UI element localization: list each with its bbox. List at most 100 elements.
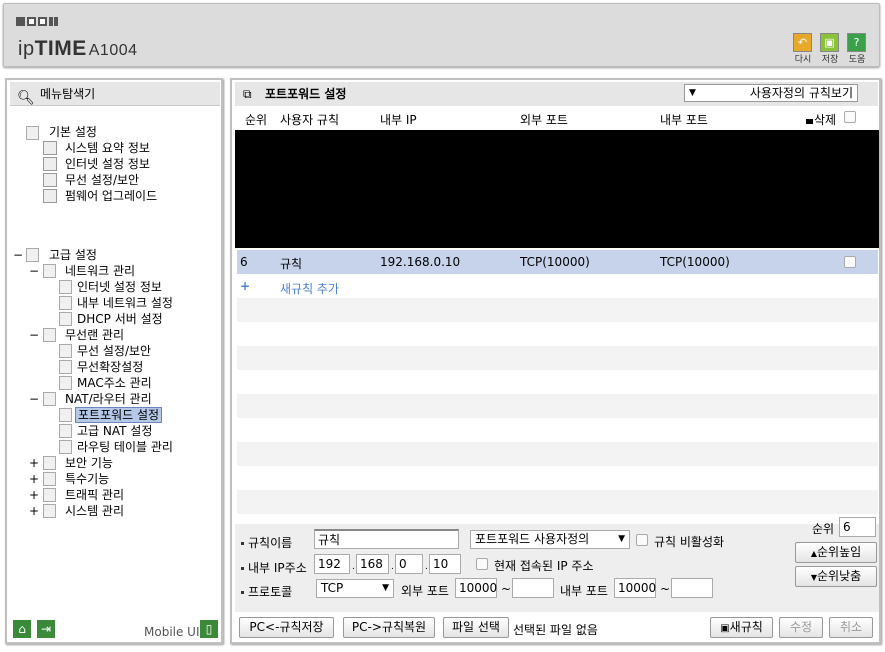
tree-item-firmware[interactable]: 펌웨어 업그레이드 <box>65 189 157 203</box>
ip-octet-1[interactable]: 192 <box>314 554 350 574</box>
undo-button[interactable]: ↶ 다시 <box>790 33 816 65</box>
disable-rule-label: 규칙 비활성화 <box>654 535 725 549</box>
top-header: ipTIME A1004 ↶ 다시 ▣ 저장 ? 도움 <box>3 3 880 67</box>
undo-icon: ↶ <box>793 33 812 52</box>
file-select-button[interactable]: 파일 선택 <box>443 617 509 638</box>
plus-icon: + <box>240 279 251 293</box>
tree-security[interactable]: 보안 기능 <box>65 456 113 470</box>
row-delete-checkbox[interactable] <box>844 256 856 268</box>
tree-item[interactable]: 라우팅 테이블 관리 <box>77 440 173 454</box>
tree-item[interactable]: 무선 설정/보안 <box>77 344 151 358</box>
page-icon <box>59 408 72 422</box>
table-row[interactable]: 6 규칙 192.168.0.10 TCP(10000) TCP(10000) <box>237 250 878 274</box>
ip-octet-3[interactable]: 0 <box>395 554 423 574</box>
page-icon <box>59 296 72 310</box>
col-external-port: 외부 포트 <box>520 113 568 127</box>
upgrade-icon <box>43 189 57 203</box>
page-icon <box>59 312 72 326</box>
portforward-panel: ⧉ 포트포워드 설정 ▼ 사용자정의 규칙보기 순위 사용자 규칙 내부 IP … <box>230 78 881 644</box>
tree-special[interactable]: 특수기능 <box>65 472 109 486</box>
tree-toggle-plus[interactable]: + <box>29 472 39 486</box>
select-all-checkbox[interactable] <box>844 111 856 123</box>
dropdown-arrow-icon: ▼ <box>382 583 389 593</box>
tree-item-internet-info[interactable]: 인터넷 설정 정보 <box>65 157 150 171</box>
empty-row <box>237 442 878 466</box>
external-port-to[interactable] <box>512 578 554 598</box>
help-button[interactable]: ? 도움 <box>844 33 870 65</box>
cancel-button[interactable]: 취소 <box>829 617 873 638</box>
tree-traffic[interactable]: 트래픽 관리 <box>65 488 124 502</box>
tree-item-wireless[interactable]: 무선 설정/보안 <box>65 173 139 187</box>
tree-advanced-settings[interactable]: 고급 설정 <box>49 248 97 262</box>
special-icon <box>43 472 56 486</box>
empty-row <box>237 298 878 322</box>
tree-item-system-summary[interactable]: 시스템 요약 정보 <box>65 141 150 155</box>
mobile-icon[interactable]: ▯ <box>200 620 218 638</box>
tree-wireless[interactable]: 무선랜 관리 <box>65 328 124 342</box>
page-icon <box>59 376 72 390</box>
external-port-from[interactable]: 10000 <box>455 578 497 598</box>
tree-basic-settings[interactable]: 기본 설정 <box>49 125 97 139</box>
connected-ip-checkbox[interactable] <box>476 558 488 570</box>
rank-input[interactable]: 6 <box>839 517 876 537</box>
internal-port-from[interactable]: 10000 <box>614 578 656 598</box>
add-rule-row[interactable]: + 새규칙 추가 <box>237 274 878 298</box>
tree-item[interactable]: 내부 네트워크 설정 <box>77 296 173 310</box>
modify-button[interactable]: 수정 <box>779 617 823 638</box>
tree-system[interactable]: 시스템 관리 <box>65 504 124 518</box>
ip-octet-4[interactable]: 10 <box>429 554 461 574</box>
protocol-select[interactable]: TCP ▼ <box>316 579 394 598</box>
dropdown-arrow-icon: ▼ <box>618 534 625 544</box>
save-button[interactable]: ▣ 저장 <box>817 33 843 65</box>
tree-toggle-plus[interactable]: + <box>29 504 39 518</box>
tree-toggle-plus[interactable]: + <box>29 488 39 502</box>
tree-item[interactable]: 무선확장설정 <box>77 360 143 374</box>
menu-explorer-panel: 🔍︎ 메뉴탐색기 기본 설정 시스템 요약 정보 인터넷 설정 정보 무선 설정… <box>5 78 223 644</box>
brand-logo: ipTIME A1004 <box>18 37 138 60</box>
rule-name-input[interactable]: 규칙 <box>314 529 459 549</box>
ip-octet-2[interactable]: 168 <box>356 554 389 574</box>
mobile-ui-link[interactable]: Mobile UI <box>144 625 200 639</box>
col-delete: 삭제 <box>806 111 836 128</box>
page-icon <box>59 440 72 454</box>
router-icon <box>43 392 56 406</box>
rank-up-button[interactable]: ▲순위높임 <box>795 542 877 563</box>
empty-row <box>237 370 878 394</box>
internal-port-to[interactable] <box>671 578 713 598</box>
logout-icon[interactable]: ⇥ <box>37 620 55 638</box>
tree-toggle-minus[interactable]: − <box>29 264 39 278</box>
pc-save-button[interactable]: PC<-규칙저장 <box>239 617 334 638</box>
tree-toggle-minus[interactable]: − <box>29 392 39 406</box>
tree-toggle-minus[interactable]: − <box>29 328 39 342</box>
file-status: 선택된 파일 없음 <box>513 623 598 637</box>
help-icon: ? <box>847 33 866 52</box>
col-internal-ip: 내부 IP <box>380 113 417 127</box>
redacted-area <box>235 130 879 248</box>
empty-row <box>237 322 878 346</box>
tree-toggle-plus[interactable]: + <box>29 456 39 470</box>
preset-select[interactable]: 포트포워드 사용자정의 ▼ <box>470 530 630 549</box>
tree-nat[interactable]: NAT/라우터 관리 <box>65 392 152 406</box>
disable-rule-checkbox[interactable] <box>636 534 648 546</box>
internal-ip-label: 내부 IP주소 <box>241 559 307 576</box>
pc-restore-button[interactable]: PC->규칙복원 <box>343 617 435 638</box>
empty-row <box>237 466 878 490</box>
panel-title: 포트포워드 설정 <box>265 87 347 101</box>
tree-item[interactable]: DHCP 서버 설정 <box>77 312 163 326</box>
tree-toggle-minus[interactable]: − <box>13 248 23 262</box>
home-icon[interactable]: ⌂ <box>13 620 31 638</box>
tree-item[interactable]: MAC주소 관리 <box>77 376 152 390</box>
tree-item[interactable]: 고급 NAT 설정 <box>77 424 152 438</box>
rank-down-button[interactable]: ▼순위낮춤 <box>795 566 877 587</box>
empty-row <box>237 418 878 442</box>
tree-network[interactable]: 네트워크 관리 <box>65 264 135 278</box>
tree-item-portforward-selected[interactable]: 포트포워드 설정 <box>75 407 163 423</box>
wireless-icon <box>43 173 57 187</box>
new-rule-button[interactable]: ▣새규칙 <box>710 617 773 638</box>
rule-view-select[interactable]: ▼ 사용자정의 규칙보기 <box>684 84 858 102</box>
traffic-icon <box>43 488 56 502</box>
connected-ip-label: 현재 접속된 IP 주소 <box>494 559 594 573</box>
tree-item[interactable]: 인터넷 설정 정보 <box>77 280 162 294</box>
empty-row <box>237 394 878 418</box>
folder-icon <box>26 248 39 262</box>
